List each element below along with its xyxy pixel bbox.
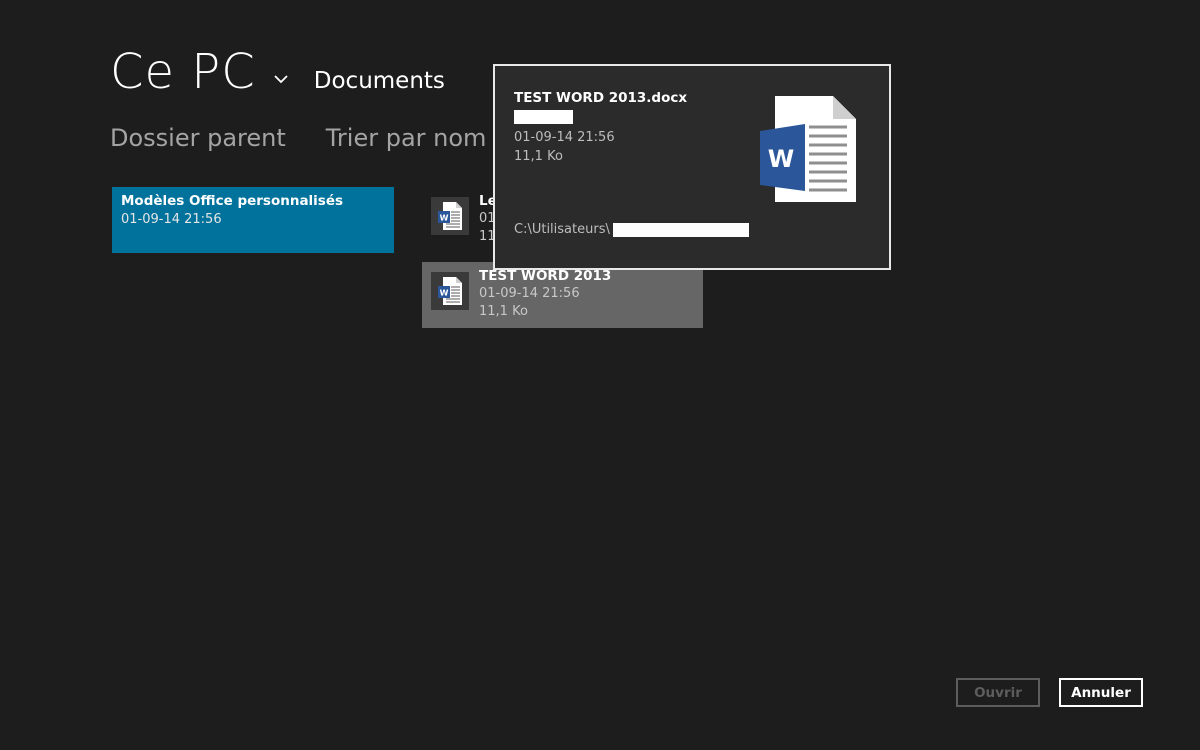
folder-date: 01-09-14 21:56 bbox=[121, 212, 222, 227]
chevron-down-icon[interactable] bbox=[272, 70, 290, 88]
cancel-button[interactable]: Annuler bbox=[1059, 678, 1143, 707]
svg-text:W: W bbox=[440, 214, 449, 223]
tooltip-path-prefix: C:\Utilisateurs\ bbox=[514, 222, 610, 237]
folder-tile[interactable]: Modèles Office personnalisés 01-09-14 21… bbox=[112, 187, 394, 253]
svg-text:W: W bbox=[768, 145, 794, 173]
file-date: 01-09-14 21:56 bbox=[479, 286, 580, 301]
file-size: 11,1 Ko bbox=[479, 304, 528, 319]
command-bar: Dossier parent Trier par nom bbox=[110, 124, 512, 152]
sort-label: Trier par nom bbox=[325, 124, 487, 152]
file-item-selected[interactable]: W TEST WORD 2013 01-09-14 21:56 11,1 Ko bbox=[422, 262, 703, 328]
file-picker: Ce PC Documents Dossier parent Trier par… bbox=[0, 0, 1200, 750]
word-document-icon: W bbox=[431, 197, 469, 235]
sort-dropdown[interactable]: Trier par nom bbox=[326, 124, 513, 152]
location-title[interactable]: Ce PC bbox=[110, 44, 256, 100]
file-info-tooltip: TEST WORD 2013.docx 01-09-14 21:56 11,1 … bbox=[493, 64, 891, 270]
parent-folder-button[interactable]: Dossier parent bbox=[110, 124, 286, 152]
redacted-block bbox=[514, 110, 573, 124]
redacted-block bbox=[612, 222, 749, 237]
location-selector[interactable]: Ce PC Documents bbox=[110, 44, 445, 108]
parent-folder-label: Dossier parent bbox=[110, 124, 286, 152]
folder-name: Modèles Office personnalisés bbox=[121, 193, 344, 209]
tooltip-path: C:\Utilisateurs\ bbox=[514, 222, 749, 237]
word-document-icon: W bbox=[431, 272, 469, 310]
svg-text:W: W bbox=[440, 289, 449, 298]
word-document-large-icon: W bbox=[760, 96, 856, 202]
file-name: TEST WORD 2013 bbox=[479, 268, 612, 284]
current-folder-label: Documents bbox=[313, 68, 445, 94]
open-button[interactable]: Ouvrir bbox=[956, 678, 1040, 707]
